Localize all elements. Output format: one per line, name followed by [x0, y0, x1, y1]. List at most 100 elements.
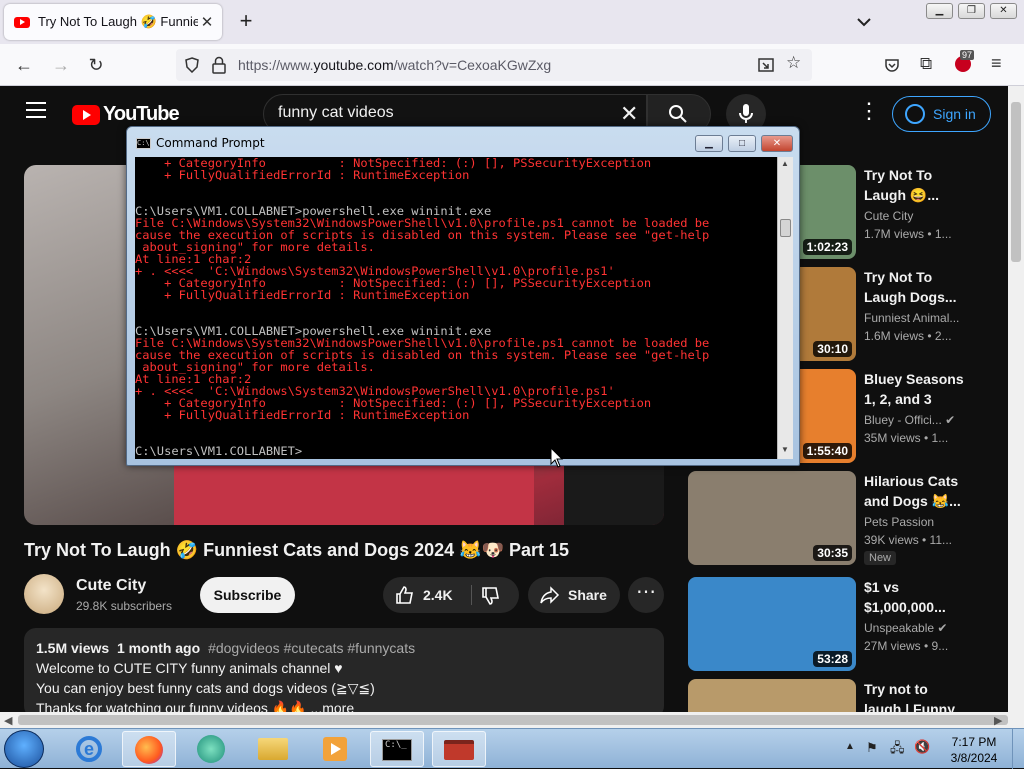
scroll-thumb-h[interactable]: [18, 715, 1008, 725]
sign-in-button[interactable]: Sign in: [892, 96, 991, 132]
scroll-left-icon[interactable]: ◀: [4, 714, 12, 727]
internet-explorer-icon[interactable]: e: [62, 731, 116, 767]
description-box[interactable]: 1.5M views 1 month ago #dogvideos #cutec…: [24, 628, 664, 712]
system-clock[interactable]: 7:17 PM 3/8/2024: [944, 734, 1004, 766]
channel-avatar[interactable]: [24, 574, 64, 614]
windows-taskbar: e C:\_ ▲ ⚑ 🖧 🔇 7:17 PM 3/8/2024: [0, 728, 1024, 769]
related-channel: Unspeakable ✔: [864, 621, 948, 635]
network-icon[interactable]: 🖧: [890, 739, 905, 761]
clear-search-icon[interactable]: ✕: [620, 101, 638, 127]
forward-icon[interactable]: →: [48, 52, 74, 78]
search-icon: [669, 105, 687, 123]
video-title: Try Not To Laugh 🤣 Funniest Cats and Dog…: [24, 540, 569, 560]
bookmark-star-icon[interactable]: ☆: [786, 53, 801, 73]
like-count[interactable]: 2.4K: [423, 587, 453, 603]
cmd-taskbar-icon[interactable]: C:\_: [370, 731, 424, 767]
like-dislike-group: 2.4K: [383, 577, 519, 613]
related-channel: Funniest Animal...: [864, 311, 960, 325]
firefox-taskbar-icon[interactable]: [122, 731, 176, 767]
start-button[interactable]: [4, 730, 44, 768]
cmd-scroll-down-icon[interactable]: ▼: [781, 445, 789, 454]
like-thumb-icon[interactable]: [395, 585, 415, 605]
page-horizontal-scrollbar[interactable]: ◀ ▶: [0, 712, 1024, 728]
youtube-logo[interactable]: YouTube: [72, 103, 180, 126]
lock-icon[interactable]: [212, 56, 226, 74]
cmd-maximize-icon[interactable]: □: [728, 135, 756, 152]
related-title[interactable]: Try Not To Laugh Dogs...: [864, 267, 964, 307]
url-text[interactable]: https://www.youtube.com/watch?v=CexoaKGw…: [238, 57, 551, 73]
related-title[interactable]: Hilarious Cats and Dogs 😹...: [864, 471, 964, 511]
console-text: + CategoryInfo : NotSpecified: (:) [], P…: [135, 157, 777, 457]
related-title[interactable]: $1 vs $1,000,000...: [864, 577, 964, 617]
cmd-close-icon[interactable]: ✕: [761, 135, 793, 152]
url-bar[interactable]: https://www.youtube.com/watch?v=CexoaKGw…: [176, 49, 812, 81]
guide-menu-icon[interactable]: [26, 102, 46, 118]
picture-in-picture-icon[interactable]: [758, 57, 774, 73]
action-center-flag-icon[interactable]: ⚑: [866, 740, 878, 756]
related-video-5[interactable]: 53:28 $1 vs $1,000,000... Unspeakable ✔ …: [688, 577, 1024, 671]
minimize-icon[interactable]: ▁: [926, 3, 953, 19]
pocket-icon[interactable]: [884, 57, 900, 73]
related-title[interactable]: Try Not To Laugh 😆...: [864, 165, 964, 205]
console-line: + FullyQualifiedErrorId : RuntimeExcepti…: [164, 168, 470, 182]
volume-muted-icon[interactable]: 🔇: [914, 739, 930, 755]
scroll-right-icon[interactable]: ▶: [994, 714, 1002, 727]
media-player-icon[interactable]: [308, 731, 362, 767]
description-line-3: Thanks for watching our funny videos 🔥🔥 …: [36, 700, 355, 712]
tab-close-icon[interactable]: ✕: [198, 13, 216, 31]
related-title[interactable]: Try not to laugh | Funny cats: [864, 679, 964, 712]
related-channel: Cute City: [864, 209, 914, 223]
console-line: + FullyQualifiedErrorId : RuntimeExcepti…: [164, 288, 470, 302]
related-video-6[interactable]: Try not to laugh | Funny cats: [688, 679, 1024, 712]
cmd-scroll-up-icon[interactable]: ▲: [781, 159, 789, 168]
more-actions-button[interactable]: ⋯: [628, 577, 664, 613]
share-arrow-icon: [540, 586, 560, 604]
cmd-scrollbar[interactable]: ▲ ▼: [777, 157, 793, 459]
cmd-window-title: Command Prompt: [156, 136, 265, 150]
restore-icon[interactable]: ❐: [958, 3, 985, 19]
tab-title: Try Not To Laugh 🤣 Funniest C: [38, 14, 198, 29]
related-video-4[interactable]: 30:35 Hilarious Cats and Dogs 😹... Pets …: [688, 471, 1024, 565]
file-explorer-icon[interactable]: [246, 731, 300, 767]
toolbox-app-icon[interactable]: [432, 731, 486, 767]
related-channel: Bluey - Offici... ✔: [864, 413, 956, 427]
cmd-minimize-icon[interactable]: ▁: [695, 135, 723, 152]
share-button[interactable]: Share: [528, 577, 620, 613]
like-divider: [471, 585, 472, 605]
subscribe-button[interactable]: Subscribe: [200, 577, 295, 613]
related-meta: 1.7M views • 1...: [864, 227, 952, 241]
reload-icon[interactable]: ↻: [83, 52, 109, 78]
subscriber-count: 29.8K subscribers: [76, 599, 173, 613]
console-output[interactable]: + CategoryInfo : NotSpecified: (:) [], P…: [135, 157, 777, 459]
video-duration: 30:35: [813, 545, 852, 561]
settings-kebab-icon[interactable]: ⋮: [858, 100, 880, 122]
related-title[interactable]: Bluey Seasons 1, 2, and 3 FU...: [864, 369, 964, 409]
related-thumbnail[interactable]: 30:35: [688, 471, 856, 565]
close-window-icon[interactable]: ✕: [990, 3, 1017, 19]
show-desktop-button[interactable]: [1012, 729, 1024, 769]
command-prompt-window[interactable]: C:\ Command Prompt ▁ □ ✕ + CategoryInfo …: [126, 126, 800, 466]
related-meta: 35M views • 1...: [864, 431, 949, 445]
back-icon[interactable]: ←: [11, 52, 37, 78]
clock-time: 7:17 PM: [951, 735, 997, 749]
new-tab-button[interactable]: +: [232, 8, 260, 36]
menu-hamburger-icon[interactable]: ≡: [991, 53, 1002, 74]
scroll-thumb[interactable]: [1011, 102, 1021, 262]
related-thumbnail[interactable]: 53:28: [688, 577, 856, 671]
show-hidden-icons[interactable]: ▲: [845, 741, 855, 752]
dislike-thumb-icon[interactable]: [481, 586, 501, 606]
tab-youtube[interactable]: Try Not To Laugh 🤣 Funniest C ✕: [4, 4, 222, 40]
hashtags[interactable]: #dogvideos #cutecats #funnycats: [208, 640, 415, 656]
youtube-play-icon: [72, 104, 100, 125]
channel-name[interactable]: Cute City: [76, 577, 146, 595]
page-vertical-scrollbar[interactable]: [1008, 86, 1024, 712]
cmd-scroll-thumb[interactable]: [780, 219, 791, 237]
app-circle-icon[interactable]: [184, 731, 238, 767]
related-thumbnail[interactable]: [688, 679, 856, 712]
tracking-shield-icon[interactable]: [184, 57, 200, 73]
list-all-tabs-icon[interactable]: [852, 12, 876, 32]
extensions-puzzle-icon[interactable]: ⧉: [920, 54, 932, 74]
youtube-favicon-icon: [14, 16, 30, 28]
search-input[interactable]: funny cat videos: [278, 104, 394, 122]
related-meta: 39K views • 11...: [864, 533, 953, 547]
